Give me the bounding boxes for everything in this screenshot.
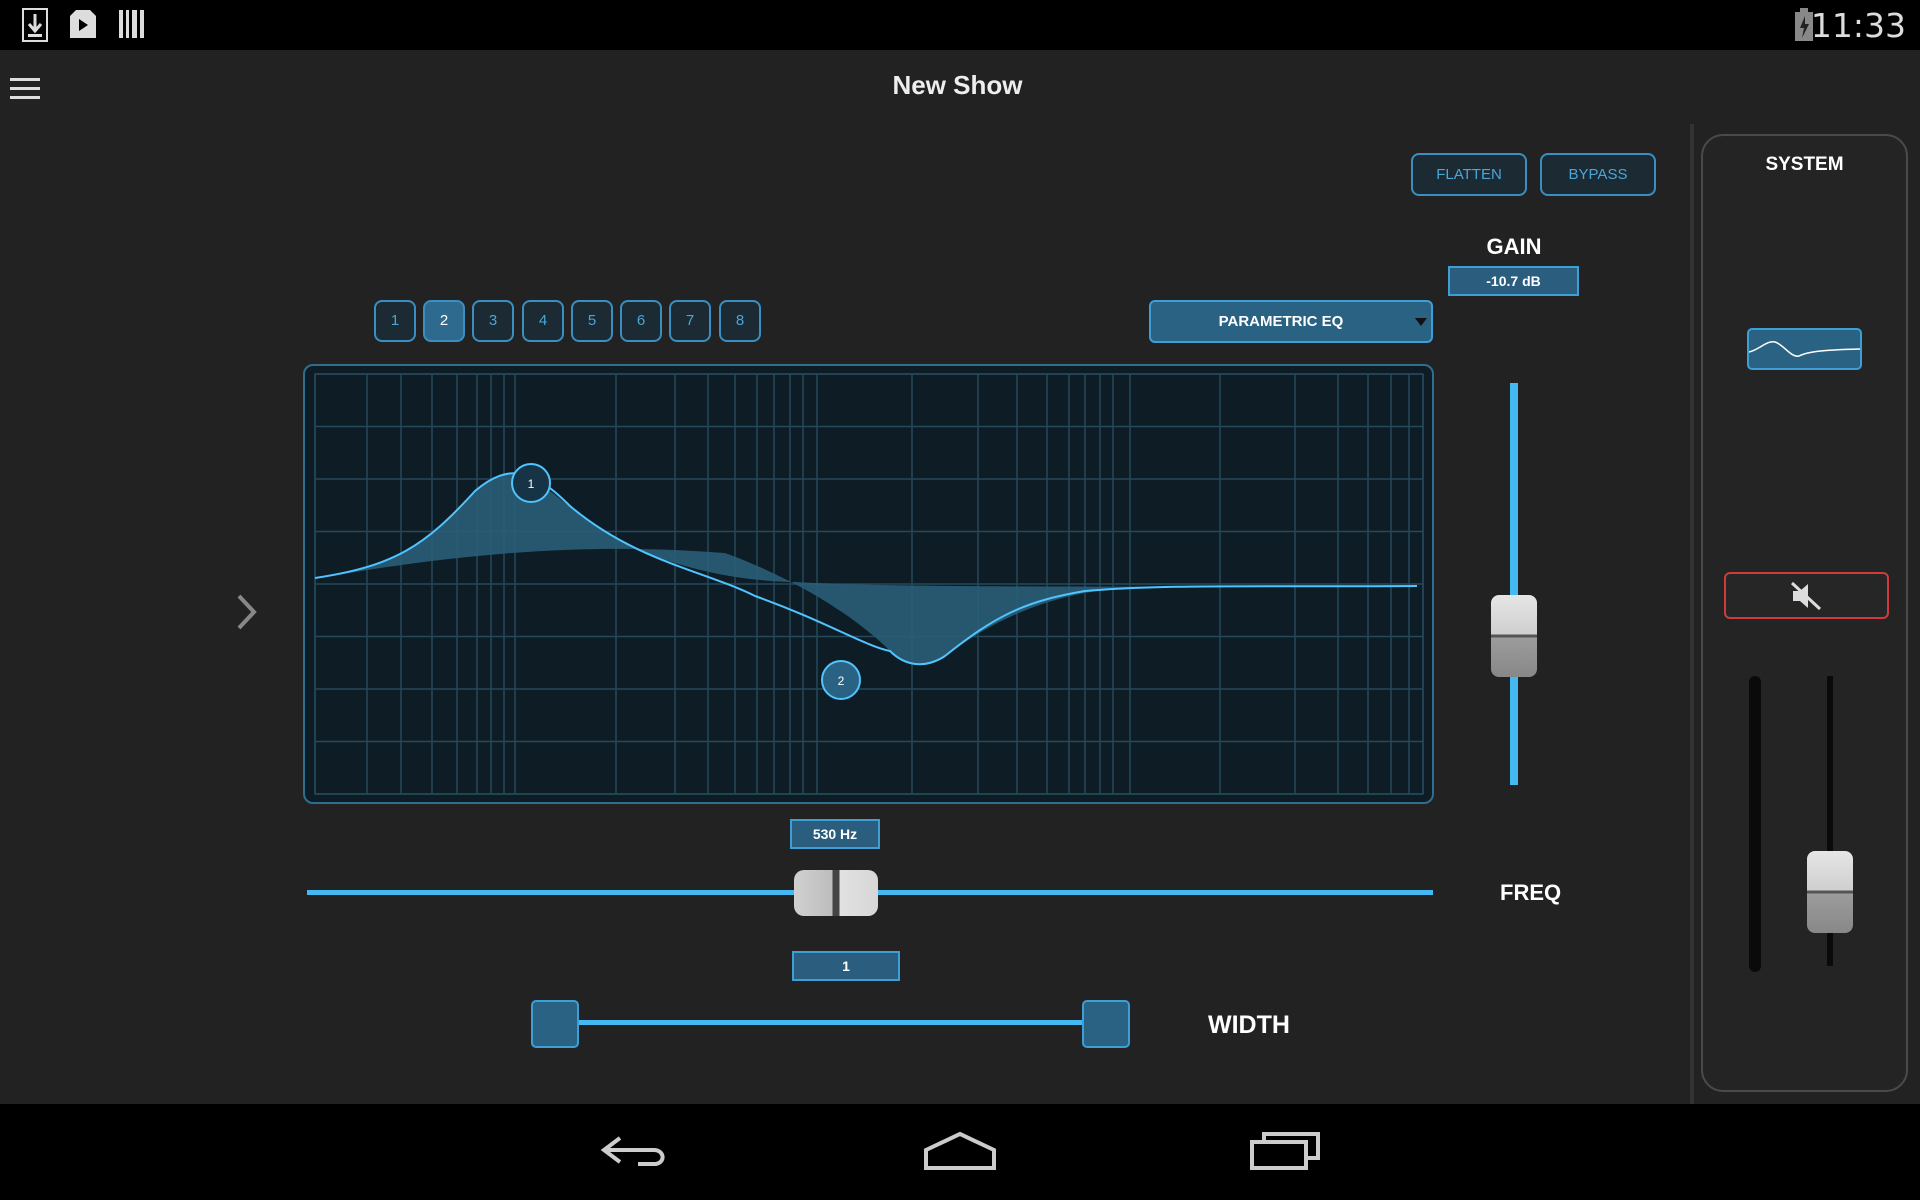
system-level-meter xyxy=(1749,676,1761,972)
eq-band-area xyxy=(315,474,1417,665)
navigation-bar xyxy=(0,1104,1920,1200)
band-button-5[interactable]: 5 xyxy=(571,300,613,342)
eq-type-label: PARAMETRIC EQ xyxy=(1218,313,1344,330)
bypass-button[interactable]: BYPASS xyxy=(1540,153,1656,196)
barcode-icon xyxy=(119,10,144,38)
width-low-handle[interactable] xyxy=(530,1000,579,1048)
eq-node-1[interactable]: 1 xyxy=(511,463,551,503)
eq-node-2-label: 2 xyxy=(838,674,845,688)
recents-icon[interactable] xyxy=(1250,1126,1322,1176)
gain-fader-track[interactable] xyxy=(1510,383,1518,785)
panel-divider xyxy=(1690,124,1694,1104)
app-bar: New Show xyxy=(0,50,1920,126)
eq-curve-icon xyxy=(1748,341,1861,357)
eq-graph[interactable]: 1 2 xyxy=(303,364,1434,804)
band-button-6[interactable]: 6 xyxy=(620,300,662,342)
freq-slider-handle[interactable] xyxy=(794,870,879,916)
system-panel: SYSTEM xyxy=(1701,134,1908,1092)
home-icon[interactable] xyxy=(922,1126,998,1176)
eq-type-dropdown[interactable]: PARAMETRIC EQ xyxy=(1149,300,1433,343)
gain-value: -10.7 dB xyxy=(1448,266,1579,296)
download-icon xyxy=(22,8,48,42)
status-bar: 11:33 xyxy=(0,0,1920,50)
flatten-button[interactable]: FLATTEN xyxy=(1411,153,1527,196)
system-title: SYSTEM xyxy=(1765,154,1844,175)
width-high-handle[interactable] xyxy=(1082,1000,1131,1048)
eq-node-2[interactable]: 2 xyxy=(821,660,861,700)
gain-label: GAIN xyxy=(1486,234,1542,259)
gain-fader-handle[interactable] xyxy=(1491,595,1537,678)
band-button-3[interactable]: 3 xyxy=(472,300,514,342)
eq-graph-grid xyxy=(314,373,1424,795)
system-eq-thumbnail[interactable] xyxy=(1747,328,1862,370)
system-mute-button[interactable] xyxy=(1724,572,1889,619)
eq-node-1-label: 1 xyxy=(528,477,535,491)
eq-graph-canvas: 1 2 xyxy=(314,373,1424,795)
dropdown-arrow-icon xyxy=(1415,318,1427,326)
width-slider-track[interactable] xyxy=(568,1020,1108,1025)
page-title: New Show xyxy=(892,70,1023,100)
width-label: WIDTH xyxy=(1208,1011,1290,1039)
band-button-4[interactable]: 4 xyxy=(522,300,564,342)
freq-label: FREQ xyxy=(1500,880,1562,905)
band-button-8[interactable]: 8 xyxy=(719,300,761,342)
system-fader-handle[interactable] xyxy=(1807,851,1853,934)
chevron-right-icon[interactable] xyxy=(236,594,258,630)
band-button-2[interactable]: 2 xyxy=(423,300,465,342)
speaker-muted-icon xyxy=(1790,581,1822,611)
width-value: 1 xyxy=(792,951,900,981)
freq-value: 530 Hz xyxy=(790,819,880,849)
band-button-1[interactable]: 1 xyxy=(374,300,416,342)
status-clock: 11:33 xyxy=(1810,6,1906,45)
back-icon[interactable] xyxy=(598,1126,672,1176)
play-store-icon xyxy=(70,10,96,38)
band-button-7[interactable]: 7 xyxy=(669,300,711,342)
